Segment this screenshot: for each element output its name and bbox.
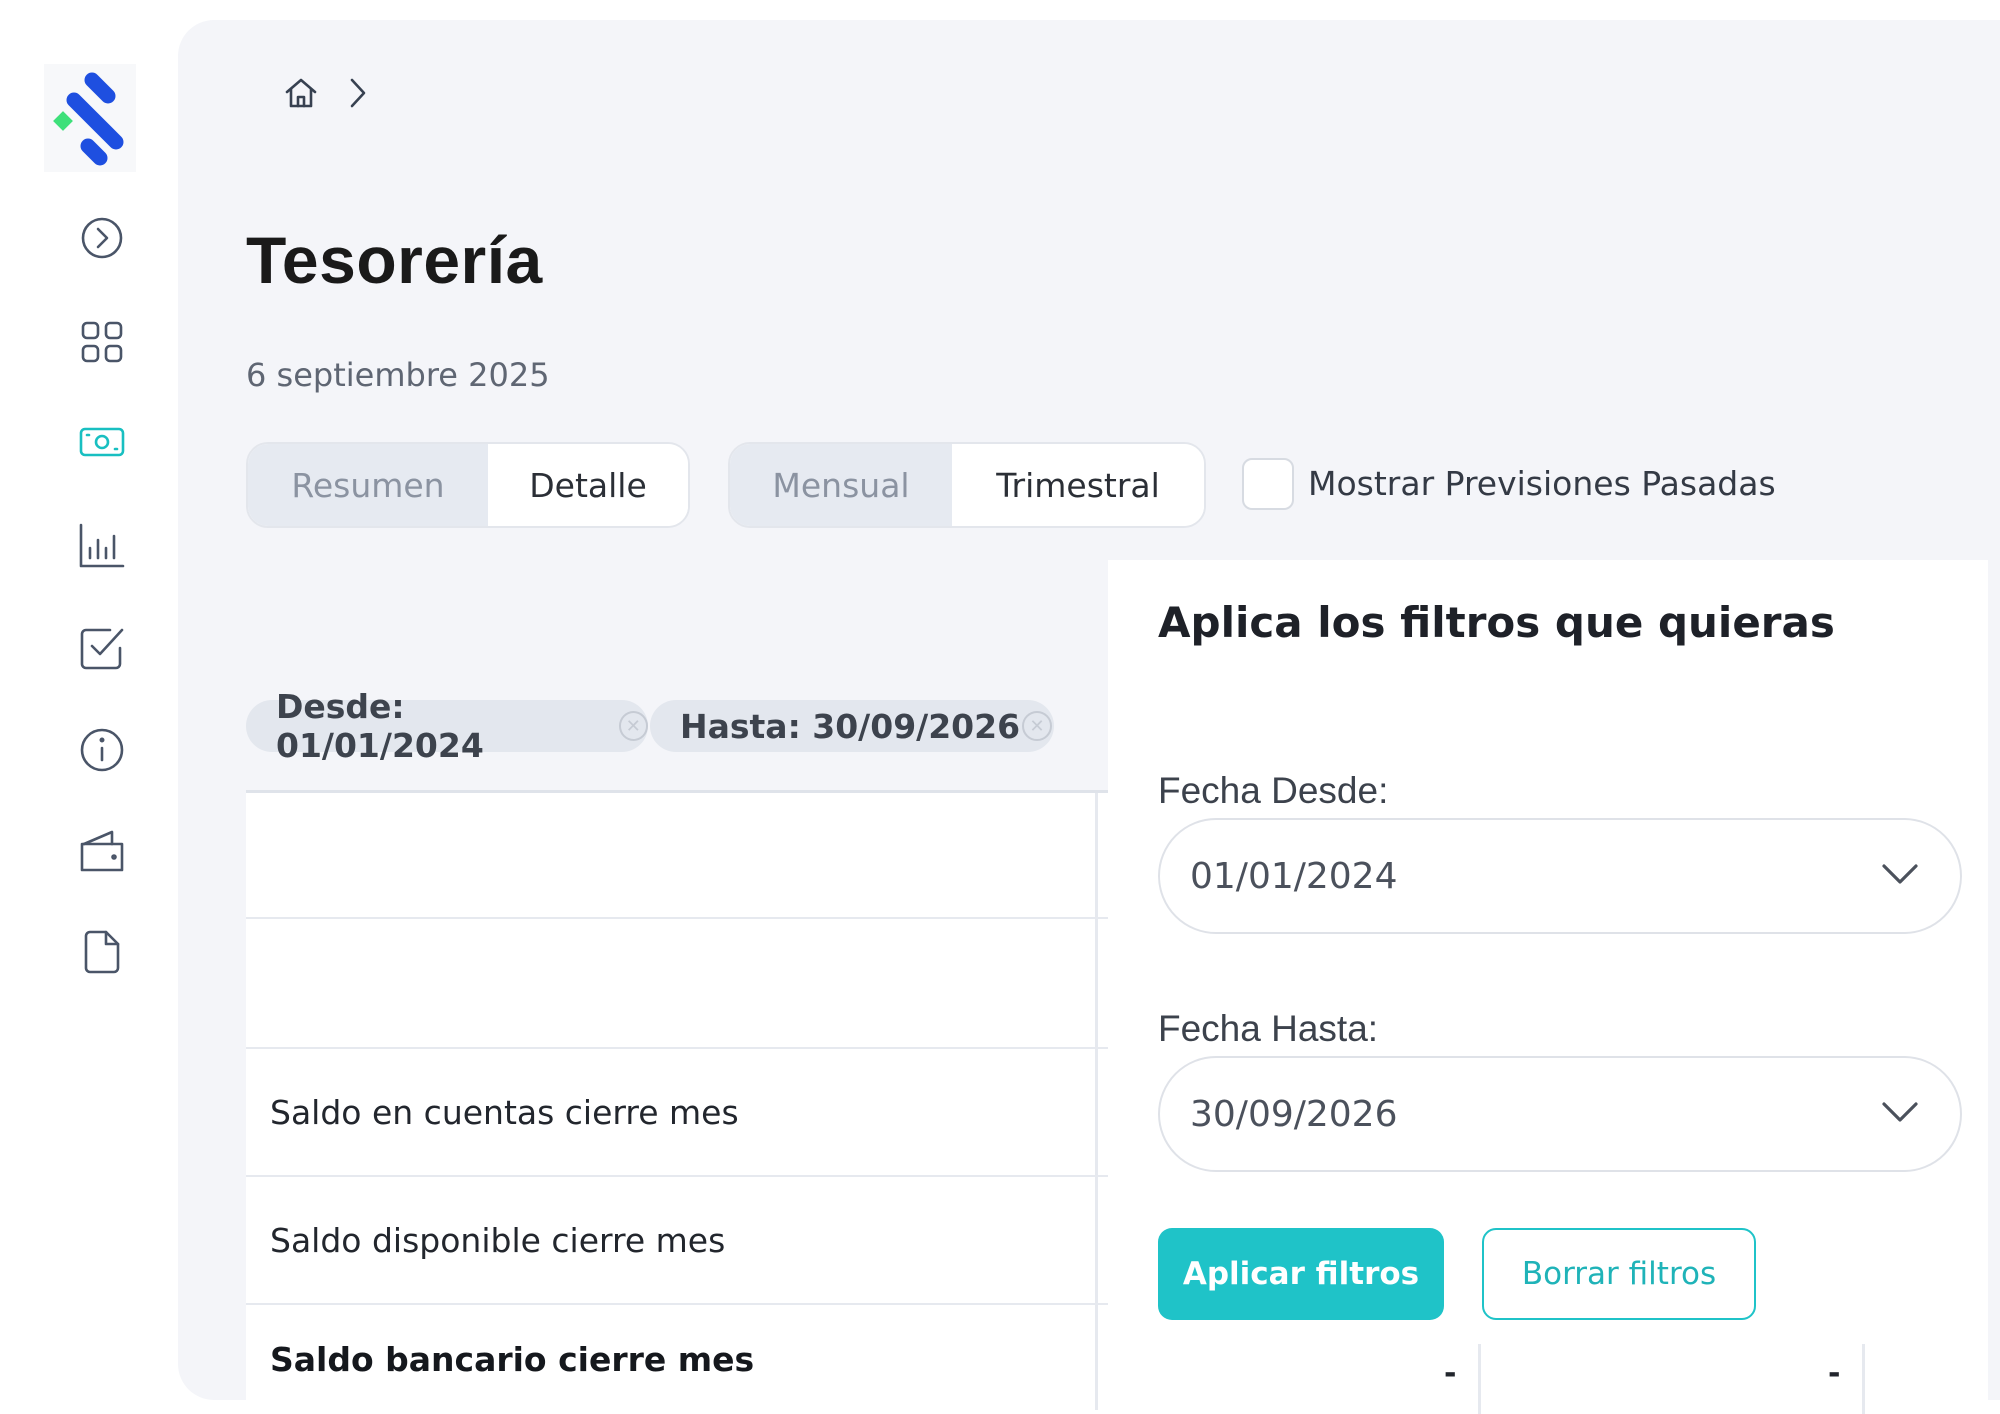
document-icon[interactable] <box>72 922 132 982</box>
column-divider <box>1095 793 1098 1410</box>
filter-chip-label: Desde: 01/01/2024 <box>276 687 484 765</box>
from-date-label: Fecha Desde: <box>1158 770 1389 811</box>
remove-chip-icon[interactable]: ✕ <box>618 711 648 741</box>
filter-chip-hasta: Hasta: 30/09/2026 ✕ <box>650 700 1054 752</box>
row-label: Saldo disponible cierre mes <box>270 1220 726 1260</box>
table-row: Saldo bancario cierre mes <box>246 1305 1112 1413</box>
table-row: Saldo en cuentas cierre mes <box>246 1049 1112 1177</box>
app-window: Tesorería 6 septiembre 2025 Resumen Deta… <box>0 0 2000 1414</box>
info-icon[interactable] <box>72 720 132 780</box>
home-icon[interactable] <box>282 74 320 116</box>
banknote-icon[interactable] <box>72 412 132 472</box>
tab-detalle[interactable]: Detalle <box>488 444 688 526</box>
wallet-icon[interactable] <box>72 822 132 882</box>
chevron-down-icon <box>1882 1102 1918 1122</box>
bar-chart-icon[interactable] <box>72 516 132 576</box>
table-cell: - <box>1828 1356 1841 1391</box>
show-past-checkbox[interactable] <box>1242 458 1294 510</box>
sidebar <box>0 0 188 1414</box>
period-toggle: Mensual Trimestral <box>728 442 1206 528</box>
logo[interactable] <box>44 64 136 172</box>
chevron-down-icon <box>1882 864 1918 884</box>
page-date: 6 septiembre 2025 <box>246 356 550 394</box>
page-title: Tesorería <box>246 223 543 297</box>
tab-trimestral[interactable]: Trimestral <box>952 444 1204 526</box>
breadcrumb <box>282 74 370 116</box>
filter-chip-label: Hasta: 30/09/2026 <box>680 706 1021 746</box>
dashboard-grid-icon[interactable] <box>72 312 132 372</box>
to-date-label: Fecha Hasta: <box>1158 1008 1379 1049</box>
to-date-value: 30/09/2026 <box>1190 1093 1398 1135</box>
to-date-select[interactable]: 30/09/2026 <box>1158 1056 1962 1172</box>
filter-panel-title: Aplica los filtros que quieras <box>1158 598 1835 647</box>
tab-mensual[interactable]: Mensual <box>730 444 952 526</box>
show-past-label: Mostrar Previsiones Pasadas <box>1308 464 1776 503</box>
table-row <box>246 919 1112 1049</box>
column-divider <box>1478 1344 1481 1414</box>
table-cell: - <box>1444 1356 1457 1391</box>
from-date-value: 01/01/2024 <box>1190 855 1398 897</box>
filter-panel: Aplica los filtros que quieras Fecha Des… <box>1108 560 1988 1414</box>
table-row: Saldo disponible cierre mes <box>246 1177 1112 1305</box>
treasury-table: Saldo en cuentas cierre mes Saldo dispon… <box>246 790 1112 1410</box>
row-label: Saldo en cuentas cierre mes <box>270 1092 739 1132</box>
table-row <box>246 793 1112 919</box>
chevron-right-icon <box>346 74 370 116</box>
clear-filters-button[interactable]: Borrar filtros <box>1482 1228 1756 1320</box>
apply-filters-button[interactable]: Aplicar filtros <box>1158 1228 1444 1320</box>
filter-chip-desde: Desde: 01/01/2024 ✕ <box>246 687 648 765</box>
from-date-select[interactable]: 01/01/2024 <box>1158 818 1962 934</box>
view-toggle: Resumen Detalle <box>246 442 690 528</box>
expand-sidebar-icon[interactable] <box>72 208 132 268</box>
row-label: Saldo bancario cierre mes <box>270 1339 755 1379</box>
tab-resumen[interactable]: Resumen <box>248 444 488 526</box>
remove-chip-icon[interactable]: ✕ <box>1022 711 1053 741</box>
check-square-icon[interactable] <box>72 618 132 678</box>
column-divider <box>1862 1344 1865 1414</box>
